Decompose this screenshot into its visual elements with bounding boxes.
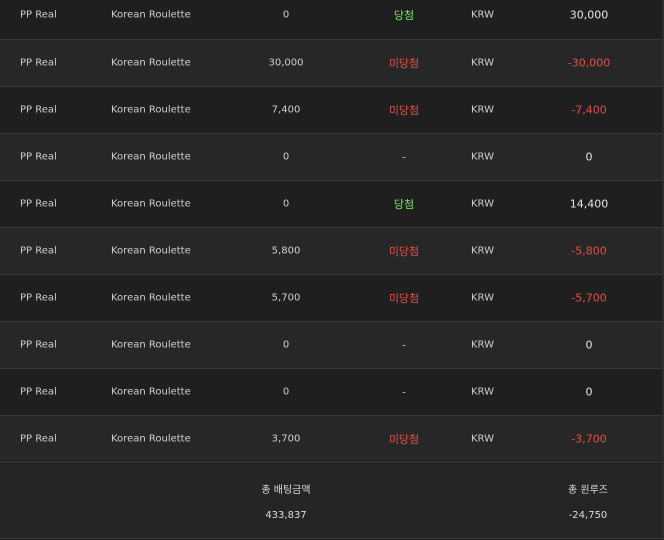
provider-cell: PP Real <box>20 386 57 398</box>
game-cell: Korean Roulette <box>111 151 191 163</box>
total-winloss-label: 총 윈루즈 <box>568 485 608 496</box>
table-row: PP Real Korean Roulette 30,000 미당첨 KRW -30,00… <box>0 40 662 87</box>
currency-cell: KRW <box>471 292 494 304</box>
winloss-cell: 30,000 <box>569 8 609 22</box>
currency-cell: KRW <box>471 198 494 210</box>
bet-amount-cell: 5,700 <box>271 292 301 304</box>
table-row: PP Real Korean Roulette 0 당첨 KRW 14,400 <box>0 181 662 228</box>
winloss-cell: -5,700 <box>571 291 607 305</box>
currency-cell: KRW <box>471 245 494 257</box>
game-cell: Korean Roulette <box>111 433 191 445</box>
currency-cell: KRW <box>471 104 494 116</box>
result-cell: 당첨 <box>393 9 415 22</box>
provider-cell: PP Real <box>20 198 57 210</box>
totals-footer: 총 배팅금액 433,837 총 윈루즈 -24,750 <box>0 464 662 539</box>
provider-cell: PP Real <box>20 104 57 116</box>
provider-cell: PP Real <box>20 57 57 69</box>
winloss-cell: -30,000 <box>567 56 611 70</box>
provider-cell: PP Real <box>20 433 57 445</box>
game-cell: Korean Roulette <box>111 245 191 257</box>
bet-amount-cell: 0 <box>282 151 290 163</box>
table-row: PP Real Korean Roulette 7,400 미당첨 KRW -7,400 <box>0 87 662 134</box>
table-row: PP Real Korean Roulette 5,800 미당첨 KRW -5,800 <box>0 228 662 275</box>
bet-amount-cell: 5,800 <box>271 245 301 257</box>
total-bet-label: 총 배팅금액 <box>261 485 311 496</box>
total-bet-value: 433,837 <box>265 510 307 521</box>
winloss-cell: -3,700 <box>571 432 607 446</box>
table-row: PP Real Korean Roulette 0 - KRW 0 <box>0 369 662 416</box>
game-cell: Korean Roulette <box>111 292 191 304</box>
result-cell: 미당첨 <box>388 292 420 305</box>
game-cell: Korean Roulette <box>111 386 191 398</box>
currency-cell: KRW <box>471 433 494 445</box>
game-cell: Korean Roulette <box>111 198 191 210</box>
provider-cell: PP Real <box>20 292 57 304</box>
provider-cell: PP Real <box>20 9 57 21</box>
winloss-cell: -7,400 <box>571 103 607 117</box>
game-cell: Korean Roulette <box>111 57 191 69</box>
winloss-cell: 0 <box>585 385 593 399</box>
result-cell: 미당첨 <box>388 245 420 258</box>
currency-cell: KRW <box>471 151 494 163</box>
bet-amount-cell: 0 <box>282 386 290 398</box>
currency-cell: KRW <box>471 57 494 69</box>
bet-amount-cell: 0 <box>282 198 290 210</box>
bet-amount-cell: 3,700 <box>271 433 301 445</box>
table-row: PP Real Korean Roulette 0 당첨 KRW 30,000 <box>0 0 662 40</box>
bet-amount-cell: 0 <box>282 9 290 21</box>
provider-cell: PP Real <box>20 339 57 351</box>
currency-cell: KRW <box>471 9 494 21</box>
winloss-cell: 14,400 <box>569 197 609 211</box>
result-cell: - <box>402 150 406 164</box>
winloss-cell: 0 <box>585 150 593 164</box>
result-cell: 미당첨 <box>388 104 420 117</box>
table-row: PP Real Korean Roulette 0 - KRW 0 <box>0 134 662 181</box>
table-row: PP Real Korean Roulette 5,700 미당첨 KRW -5,700 <box>0 275 662 322</box>
result-cell: 당첨 <box>393 198 415 211</box>
result-cell: 미당첨 <box>388 57 420 70</box>
table-row: PP Real Korean Roulette 3,700 미당첨 KRW -3,700 <box>0 416 662 463</box>
provider-cell: PP Real <box>20 245 57 257</box>
game-cell: Korean Roulette <box>111 9 191 21</box>
currency-cell: KRW <box>471 386 494 398</box>
currency-cell: KRW <box>471 339 494 351</box>
winloss-cell: -5,800 <box>571 244 607 258</box>
total-winloss-value: -24,750 <box>568 510 608 521</box>
result-cell: - <box>402 385 406 399</box>
game-cell: Korean Roulette <box>111 104 191 116</box>
provider-cell: PP Real <box>20 151 57 163</box>
bet-amount-cell: 30,000 <box>268 57 304 69</box>
winloss-cell: 0 <box>585 338 593 352</box>
table-row: PP Real Korean Roulette 0 - KRW 0 <box>0 322 662 369</box>
result-cell: 미당첨 <box>388 433 420 446</box>
result-cell: - <box>402 338 406 352</box>
betting-history-table: PP Real Korean Roulette 0 당첨 KRW 30,000 PP Rea… <box>0 0 662 463</box>
bet-amount-cell: 0 <box>282 339 290 351</box>
game-cell: Korean Roulette <box>111 339 191 351</box>
bet-amount-cell: 7,400 <box>271 104 301 116</box>
